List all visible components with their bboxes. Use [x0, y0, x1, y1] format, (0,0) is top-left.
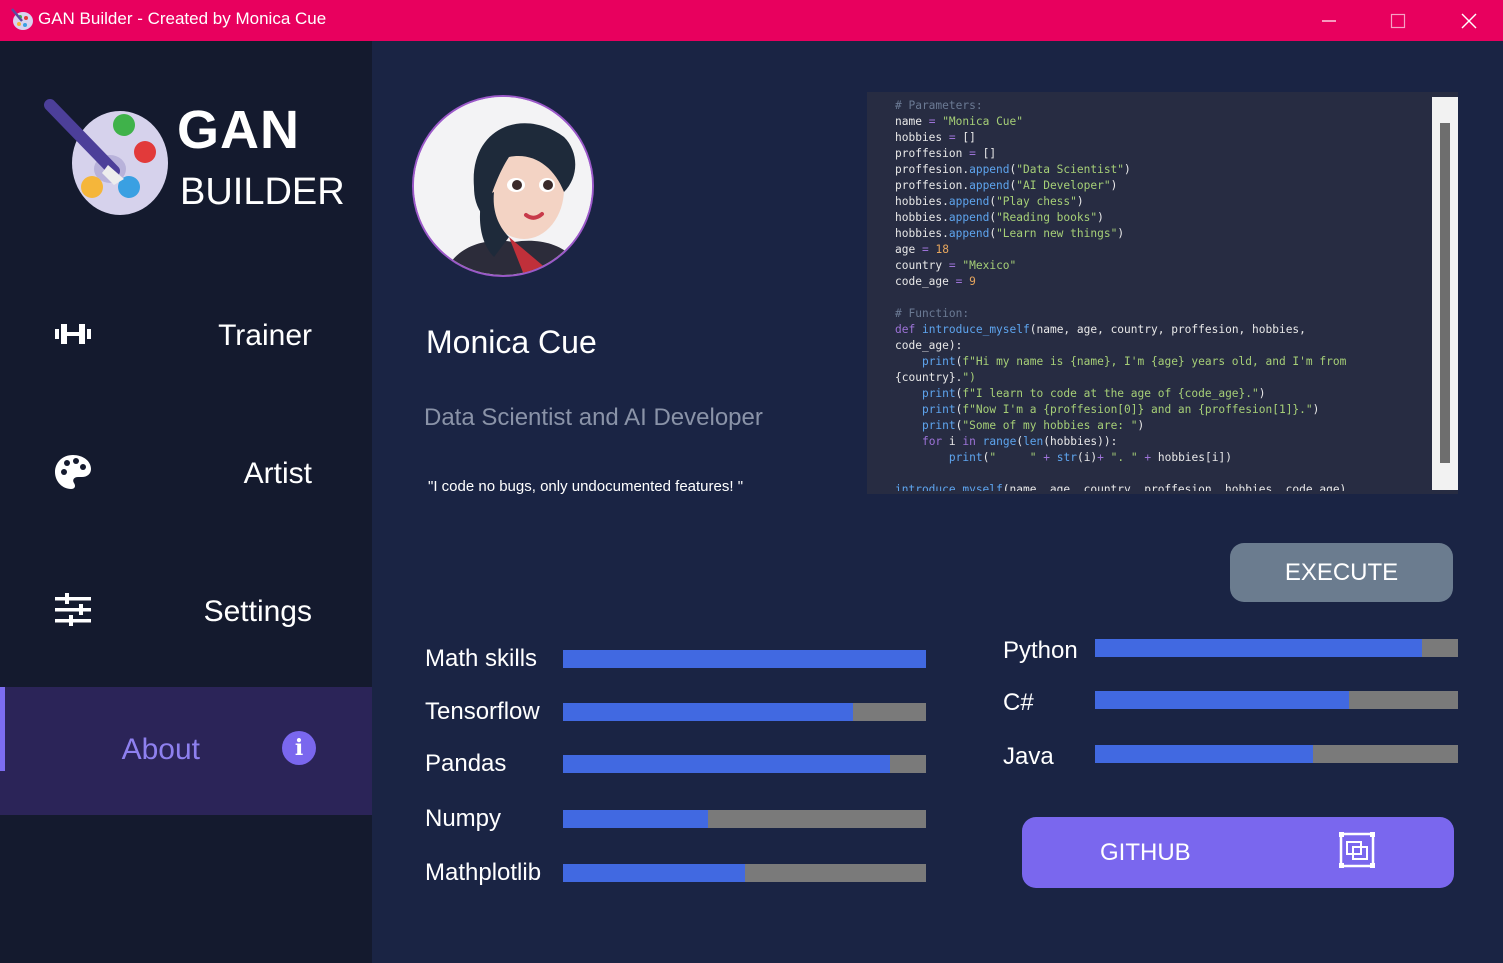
code-scrollbar[interactable]: [1432, 97, 1458, 490]
avatar: [412, 95, 594, 277]
code-line: hobbies.append("Reading books"): [895, 211, 1104, 224]
code-line: # Parameters:: [895, 99, 983, 112]
profile-name: Monica Cue: [426, 324, 597, 360]
sidebar-item-label: About: [121, 733, 200, 766]
skill-progress-fill: [1095, 639, 1422, 657]
skill-progress-bar: [563, 810, 926, 828]
code-text[interactable]: # Parameters: name = "Monica Cue" hobbies …: [895, 98, 1430, 491]
scroll-thumb[interactable]: [1440, 123, 1450, 463]
skill-label: Numpy: [425, 805, 502, 832]
code-line: # Function:: [895, 307, 970, 320]
skill-label: Pandas: [425, 750, 507, 777]
code-line: introduce_myself(name, age, country, pro…: [895, 483, 1347, 491]
skill-progress-fill: [1095, 691, 1350, 709]
skill-progress-bar: [563, 703, 926, 721]
window-title: GAN Builder - Created by Monica Cue: [38, 9, 327, 28]
profile-quote: "I code no bugs, only undocumented featu…: [428, 478, 744, 495]
code-line: for i in range(len(hobbies)):: [921, 435, 1118, 448]
skill-progress-fill: [1095, 745, 1313, 763]
palette-icon: [55, 455, 91, 489]
code-line: hobbies = []: [895, 131, 976, 144]
sidebar-item-label: Trainer: [218, 319, 312, 352]
skill-progress-bar: [563, 864, 926, 882]
minimize-button[interactable]: [1299, 0, 1359, 41]
code-line: proffesion.append("Data Scientist"): [895, 163, 1131, 176]
palette-icon: [11, 8, 33, 30]
maximize-button[interactable]: [1368, 0, 1428, 41]
github-label: GITHUB: [1100, 839, 1191, 866]
code-line: print(f"Now I'm a {proffesion[0]} and an…: [921, 403, 1320, 416]
maximize-icon: [1390, 13, 1406, 28]
skill-label: Math skills: [425, 645, 538, 672]
code-line: proffesion.append("AI Developer"): [895, 179, 1118, 192]
code-line: code_age):: [895, 339, 963, 352]
code-line: {country}."): [895, 371, 976, 384]
skill-label: Tensorflow: [425, 698, 540, 725]
active-indicator: [0, 687, 5, 771]
close-button[interactable]: [1439, 0, 1499, 41]
skill-progress-fill: [563, 864, 745, 882]
sliders-icon: [55, 593, 91, 626]
code-line: hobbies.append("Learn new things"): [895, 227, 1125, 240]
skill-progress-fill: [563, 650, 926, 668]
title-bar: GAN Builder - Created by Monica Cue: [0, 0, 1503, 41]
sidebar-item-trainer[interactable]: Trainer: [0, 271, 372, 399]
code-line: def introduce_myself(name, age, country,…: [895, 323, 1306, 336]
sidebar: GAN BUILDER Trainer Artist Settings Abou…: [0, 41, 372, 963]
code-line: code_age = 9: [895, 275, 976, 288]
logo-text-builder: BUILDER: [180, 171, 345, 213]
info-icon: i: [282, 731, 316, 765]
sidebar-item-settings[interactable]: Settings: [0, 547, 372, 675]
sidebar-item-label: Settings: [203, 595, 312, 628]
skill-label: Java: [1003, 743, 1054, 770]
avatar-portrait: [414, 97, 592, 275]
skill-progress-fill: [563, 810, 709, 828]
code-line: print(" " + str(i)+ ". " + hobbies[i]): [948, 451, 1232, 464]
code-line: print(f"I learn to code at the age of {c…: [921, 387, 1266, 400]
sidebar-item-artist[interactable]: Artist: [0, 409, 372, 537]
skill-progress-bar: [1095, 745, 1458, 763]
code-line: age = 18: [895, 243, 949, 256]
logo-text-gan: GAN: [177, 100, 300, 160]
code-line: hobbies.append("Play chess"): [895, 195, 1084, 208]
sidebar-item-about[interactable]: About i: [0, 687, 372, 815]
open-window-icon: [1339, 832, 1375, 868]
code-line: print("Some of my hobbies are: "): [921, 419, 1145, 432]
close-icon: [1461, 13, 1477, 28]
code-line: print(f"Hi my name is {name}, I'm {age} …: [921, 355, 1347, 368]
code-line: proffesion = []: [895, 147, 997, 160]
dumbbell-icon: [55, 324, 91, 344]
code-line: name = "Monica Cue": [895, 115, 1024, 128]
execute-button[interactable]: EXECUTE: [1230, 543, 1453, 602]
code-line: country = "Mexico": [895, 259, 1017, 272]
skill-progress-bar: [1095, 639, 1458, 657]
skill-label: C#: [1003, 689, 1034, 716]
github-button[interactable]: GITHUB: [1022, 817, 1454, 888]
skill-label: Mathplotlib: [425, 859, 542, 886]
skill-progress-fill: [563, 703, 854, 721]
code-editor[interactable]: # Parameters: name = "Monica Cue" hobbies …: [867, 92, 1458, 494]
skill-progress-bar: [563, 650, 926, 668]
profile-role: Data Scientist and AI Developer: [424, 404, 763, 431]
skill-label: Python: [1003, 637, 1078, 664]
skill-progress-bar: [563, 755, 926, 773]
skill-progress-fill: [563, 755, 890, 773]
sidebar-item-label: Artist: [243, 457, 312, 490]
palette-logo-icon: [44, 99, 168, 215]
minimize-icon: [1322, 19, 1336, 22]
skill-progress-bar: [1095, 691, 1458, 709]
